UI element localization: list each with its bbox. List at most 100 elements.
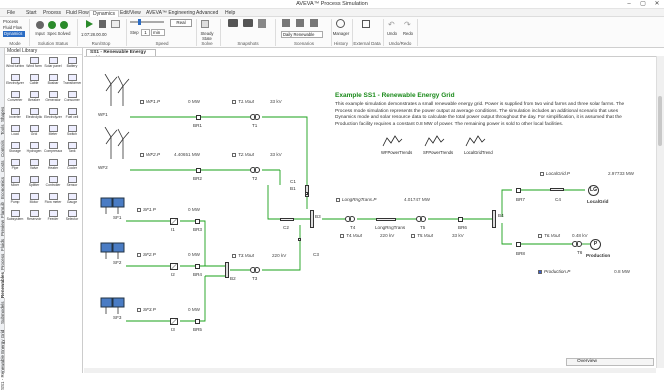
wind-turbine-icon[interactable] [103, 74, 131, 108]
transformer-t4-label: T4 [350, 225, 356, 230]
busbar-b2[interactable] [225, 262, 229, 278]
wind-transformer-label: T1 [252, 123, 258, 128]
wind-breaker[interactable] [196, 115, 201, 120]
transformer-t3-secondary [254, 267, 260, 273]
cable-c1-label: C1 [290, 179, 296, 184]
breaker-br7[interactable] [516, 188, 521, 193]
solar-panel-icon[interactable] [100, 197, 126, 215]
solar-inverter-label: I1 [171, 227, 175, 232]
t5-vout-checkbox[interactable] [411, 234, 415, 238]
cable-c1[interactable] [305, 192, 308, 195]
production-checkbox[interactable] [538, 270, 542, 274]
solar-tag-checkbox[interactable] [137, 208, 141, 212]
local-grid-tag: LocalGrid.P [546, 171, 571, 176]
wind-breaker[interactable] [196, 168, 201, 173]
production-name: Production [586, 253, 611, 258]
solar-breaker[interactable] [195, 219, 200, 224]
wind-tvout-checkbox[interactable] [232, 100, 236, 104]
transformer-vout-tag: T1.Vout [238, 99, 254, 104]
cable-c2[interactable] [280, 218, 294, 221]
solar-tag-checkbox[interactable] [137, 308, 141, 312]
local-grid-icon[interactable]: LG [588, 185, 599, 196]
t5-voltage-value: 33 kV [452, 233, 464, 238]
long-range-cable-label: LongRngTrans [375, 225, 406, 230]
busbar-b4-label: B4 [498, 213, 504, 218]
long-trans-tag: LongRngTrans.P [342, 197, 377, 202]
busbar-b3-label: B3 [315, 214, 321, 219]
solar-tag-checkbox[interactable] [137, 253, 141, 257]
wind-transformer-label: T2 [252, 176, 258, 181]
transformer-t6-secondary [576, 241, 582, 247]
solar-breaker[interactable] [195, 319, 200, 324]
trend-wf-label: WFPowerTrends [381, 150, 413, 155]
solar-breaker[interactable] [195, 264, 200, 269]
transformer-t4-secondary [349, 216, 355, 222]
trend-lg-label: LocalGridTrend [464, 150, 493, 155]
wind-farm-name: WF1 [98, 112, 108, 117]
breaker-br7-label: BR7 [516, 197, 525, 202]
busbar-b3[interactable] [310, 210, 314, 228]
overview-button[interactable]: Overview [566, 358, 654, 366]
horizontal-scrollbar[interactable] [84, 368, 656, 373]
long-range-cable[interactable] [376, 218, 396, 221]
cable-c4[interactable] [550, 188, 564, 191]
vertical-scroll-thumb[interactable] [658, 96, 662, 146]
solar-inverter[interactable] [170, 318, 178, 325]
long-trans-checkbox[interactable] [336, 198, 340, 202]
trend-wf-power[interactable]: WFPowerTrends [381, 134, 421, 155]
production-tag: Production.P [544, 269, 571, 274]
t6-voltage-value: 0.48 kV [572, 233, 588, 238]
wind-breaker-label: BR2 [193, 176, 202, 181]
busbar-b1[interactable] [305, 185, 309, 197]
busbar-b2-label: B2 [230, 276, 236, 281]
info-heading: Example SS1 - Renewable Energy Grid [335, 92, 455, 99]
solar-breaker-label: BR5 [193, 327, 202, 332]
solar-panel-icon[interactable] [100, 297, 126, 315]
transformer-t3-label: T3 [252, 276, 258, 281]
trend-sf-label: SFPowerTrends [423, 150, 454, 155]
wind-power-value: 0 MW [188, 99, 200, 104]
breaker-br6-label: BR6 [458, 225, 467, 230]
solar-farm-name: SF2 [113, 260, 122, 265]
trend-sf-power[interactable]: SFPowerTrends [423, 134, 463, 155]
busbar-b4[interactable] [492, 210, 496, 228]
local-grid-name: LocalGrid [587, 199, 609, 204]
breaker-br8[interactable] [516, 242, 521, 247]
solar-breaker-label: BR3 [193, 227, 202, 232]
solar-power-value: 0 MW [188, 207, 200, 212]
breaker-br6[interactable] [458, 217, 463, 222]
long-trans-power-value: 4.01747 MW [403, 197, 430, 202]
solar-inverter[interactable] [170, 218, 178, 225]
busbar-b1-label: B1 [290, 186, 296, 191]
trend-sf-icon [424, 135, 445, 147]
t3-vout-checkbox[interactable] [232, 254, 236, 258]
transformer-t6-label: T6 [577, 250, 583, 255]
local-grid-checkbox[interactable] [540, 172, 544, 176]
info-block: Example SS1 - Renewable Energy Grid This… [335, 92, 635, 128]
wind-breaker-label: BR1 [193, 123, 202, 128]
solar-panel-icon[interactable] [100, 242, 126, 260]
trend-local-grid[interactable]: LocalGridTrend [464, 134, 504, 155]
production-icon[interactable]: P [590, 239, 601, 250]
trend-lg-icon [465, 135, 486, 147]
wind-turbine-icon[interactable] [103, 127, 131, 161]
solar-inverter-label: I3 [171, 327, 175, 332]
transformer-t5-secondary [420, 216, 426, 222]
solar-farm-name: SF3 [113, 315, 122, 320]
t3-vout-tag: T3.Vout [238, 253, 254, 258]
t4-voltage-value: 220 kV [380, 233, 395, 238]
t6-vout-checkbox[interactable] [538, 234, 542, 238]
transformer-voltage-value: 33 kV [270, 152, 282, 157]
diagram-elements: WF1 WF1.P 0 MW BR1 T1.Vout 33 kV T1 WF2 WF2.P 4.4… [0, 0, 664, 373]
transformer-vout-tag: T2.Vout [238, 152, 254, 157]
trend-wf-icon [382, 135, 403, 147]
cable-c3[interactable] [298, 238, 301, 241]
wind-tag-checkbox[interactable] [140, 153, 144, 157]
wind-tvout-checkbox[interactable] [232, 153, 236, 157]
t4-vout-checkbox[interactable] [340, 234, 344, 238]
wind-tag-checkbox[interactable] [140, 100, 144, 104]
solar-inverter[interactable] [170, 263, 178, 270]
wind-transformer-secondary [254, 167, 260, 173]
wind-power-value: 4.40651 MW [173, 152, 200, 157]
solar-inverter-label: I2 [171, 272, 175, 277]
